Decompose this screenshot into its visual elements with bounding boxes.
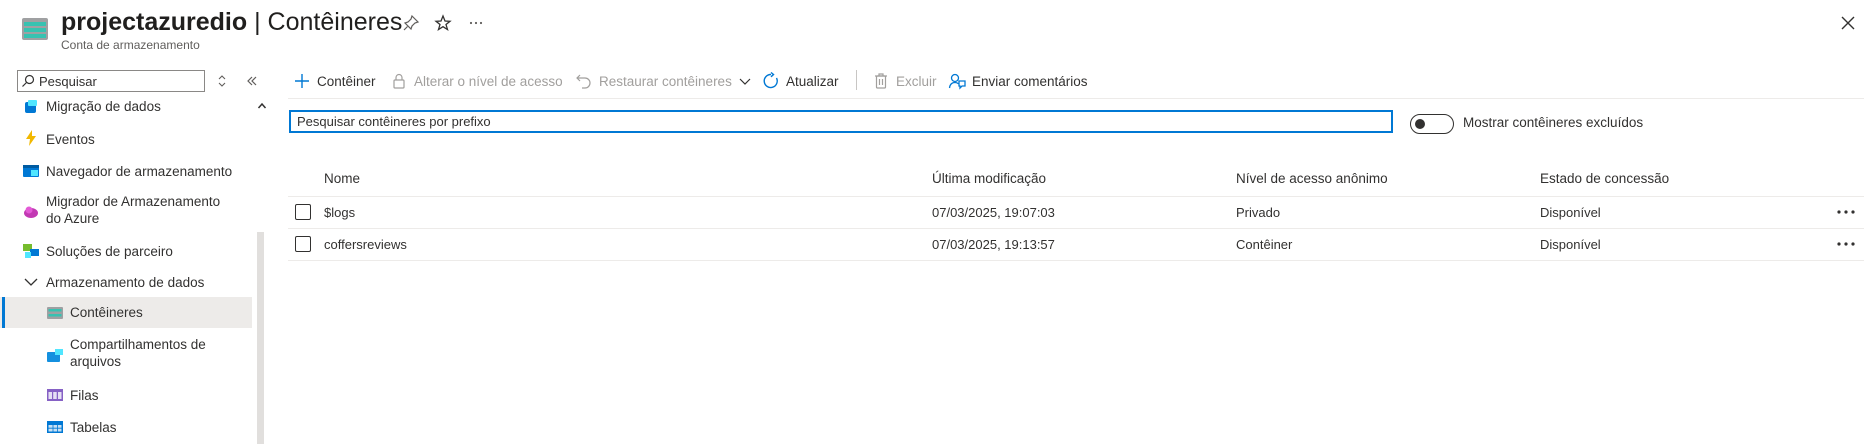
delete-button[interactable]: Excluir [872,70,937,92]
add-container-label: Contêiner [317,73,376,89]
column-header-anonymous-access[interactable]: Nível de acesso anônimo [1236,171,1388,186]
sidebar-item-label: Migração de dados [46,99,161,114]
sidebar-item-events[interactable]: Eventos [0,129,252,149]
storage-mover-icon [24,206,38,218]
sidebar-item-storage-mover[interactable]: Migrador de Armazenamento do Azure [0,193,252,229]
lease-state-cell: Disponível [1540,237,1601,252]
show-deleted-toggle[interactable] [1410,114,1454,134]
title-separator: | [247,8,268,36]
restore-containers-button[interactable]: Restaurar contêineres [575,70,752,92]
refresh-button[interactable]: Atualizar [762,70,839,92]
row-more-icon[interactable] [1836,238,1856,250]
sidebar-item-label: Eventos [46,132,95,147]
sidebar-item-storage-browser[interactable]: Navegador de armazenamento [0,161,252,181]
sidebar-item-label: Tabelas [70,420,117,435]
page-title: projectazuredio | Contêineres [61,8,402,37]
collapse-sidebar-icon[interactable] [245,74,259,88]
data-migration-icon [25,100,37,113]
last-modified-cell: 07/03/2025, 19:13:57 [932,237,1055,252]
add-container-button[interactable]: Contêiner [293,70,376,92]
star-icon[interactable] [434,14,452,32]
sidebar-item-label: Armazenamento de dados [46,275,205,290]
sidebar-item-label: Navegador de armazenamento [46,164,233,179]
send-feedback-button[interactable]: Enviar comentários [948,70,1088,92]
plus-icon [295,74,309,88]
sidebar-search-placeholder: Pesquisar [39,73,97,89]
lease-state-cell: Disponível [1540,205,1601,220]
sort-icon[interactable] [216,74,228,88]
table-header-divider [288,196,1864,197]
lightning-icon [26,130,36,146]
column-header-name[interactable]: Nome [324,171,360,186]
containers-icon [47,307,63,319]
delete-label: Excluir [896,73,937,89]
access-level-cell: Privado [1236,205,1281,220]
refresh-label: Atualizar [786,73,839,89]
page-name: Contêineres [267,8,403,36]
sidebar-group-data-storage[interactable]: Armazenamento de dados [0,272,252,292]
sidebar-item-tables[interactable]: Tabelas [0,417,252,437]
sidebar-scrollbar[interactable] [257,232,264,444]
undo-icon [576,74,591,89]
sidebar-item-queues[interactable]: Filas [0,385,252,405]
resource-name: projectazuredio [61,8,248,36]
lock-icon [393,73,405,89]
close-icon[interactable] [1838,13,1858,33]
container-name-link[interactable]: $logs [324,205,355,220]
column-header-last-modified[interactable]: Última modificação [932,171,1046,186]
pin-icon[interactable] [402,14,420,32]
row-checkbox[interactable] [295,204,311,220]
column-header-lease-state[interactable]: Estado de concessão [1540,171,1669,186]
queues-icon [47,389,63,401]
restore-containers-label: Restaurar contêineres [599,73,732,89]
row-checkbox[interactable] [295,236,311,252]
sidebar-item-containers[interactable]: Contêineres [0,297,252,328]
search-icon [22,74,35,87]
refresh-icon [763,72,778,89]
toolbar-divider-line [288,98,1864,99]
partner-solutions-icon [23,244,39,258]
sidebar-search-input[interactable]: Pesquisar [17,70,205,92]
sidebar-item-label: Filas [70,388,99,403]
sidebar-item-label: Compartilhamentos de [70,337,206,352]
sidebar-item-file-shares[interactable]: Compartilhamentos de arquivos [0,336,252,372]
change-access-level-button[interactable]: Alterar o nível de acesso [390,70,563,92]
send-feedback-label: Enviar comentários [972,73,1088,89]
storage-account-icon [22,16,48,42]
sidebar-item-label-line2: arquivos [70,354,122,369]
chevron-down-icon [739,78,751,85]
row-divider [288,228,1864,229]
last-modified-cell: 07/03/2025, 19:07:03 [932,205,1055,220]
file-share-icon [47,349,63,362]
change-access-level-label: Alterar o nível de acesso [414,73,563,89]
row-more-icon[interactable] [1836,206,1856,218]
ellipsis-icon[interactable] [467,14,485,32]
trash-icon [875,73,887,89]
show-deleted-label: Mostrar contêineres excluídos [1463,115,1644,130]
chevron-down-icon [24,278,38,286]
feedback-icon [948,73,966,90]
toggle-knob [1415,119,1425,129]
sidebar-item-label: Contêineres [70,305,143,320]
sidebar-item-label: Migrador de Armazenamento [46,194,221,209]
container-name-link[interactable]: coffersreviews [324,237,407,252]
sidebar-item-data-migration[interactable]: Migração de dados [0,97,252,117]
sidebar-item-label-line2: do Azure [46,211,100,226]
sidebar-item-label: Soluções de parceiro [46,244,173,259]
storage-browser-icon [23,165,39,177]
chevron-up-icon[interactable] [257,101,267,111]
toolbar-divider [856,70,857,90]
container-prefix-search-input[interactable]: Pesquisar contêineres por prefixo [289,110,1393,133]
access-level-cell: Contêiner [1236,237,1293,252]
page-subtitle: Conta de armazenamento [61,38,200,52]
tables-icon [47,421,63,433]
row-divider [288,260,1864,261]
prefix-search-placeholder: Pesquisar contêineres por prefixo [297,114,491,129]
sidebar-item-partner-solutions[interactable]: Soluções de parceiro [0,241,252,261]
